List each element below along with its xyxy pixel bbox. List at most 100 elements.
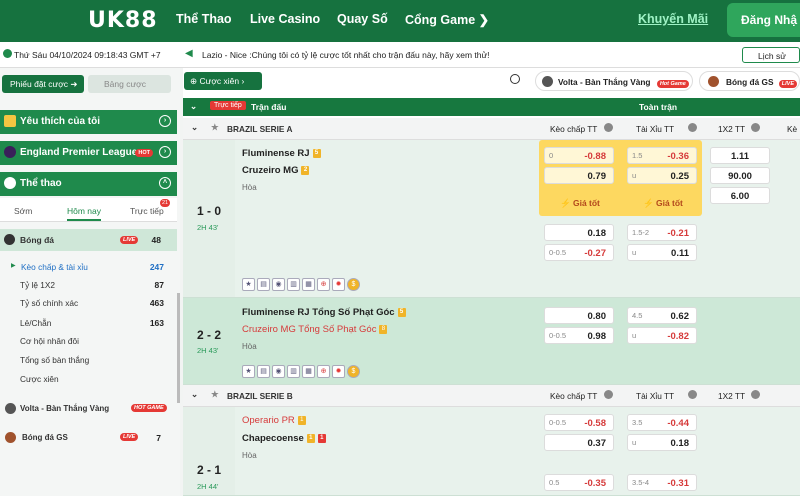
league-header-serie-a[interactable]: ⌄ ★ BRAZIL SERIE A Kèo chấp TT Tài Xỉu T… (183, 118, 800, 140)
bullet-icon: ▶ (11, 263, 16, 269)
odds-cell[interactable]: 3.5-4 -0.31 (627, 474, 697, 491)
sub-item-double-chance[interactable]: Cơ hội nhân đôi (20, 336, 79, 346)
odds-value: 0.79 (587, 170, 607, 182)
away-team-name: Chapecoense (242, 433, 304, 444)
search-icon[interactable] (510, 74, 520, 84)
coin-icon[interactable]: $ (347, 365, 360, 378)
odds-cell[interactable]: 0.18 (544, 224, 614, 241)
odds-line: 0-0.5 (549, 248, 567, 257)
handicap-column-header: Kèo chấp TT (550, 391, 598, 401)
odds-cell[interactable]: 0.37 (544, 434, 614, 451)
away-team[interactable]: Chapecoense 1 1 (242, 433, 326, 444)
datetime-text: Thứ Sáu 04/10/2024 09:18:43 GMT +7 (14, 50, 161, 60)
brand-logo[interactable]: UK88 (88, 8, 158, 33)
tab-live[interactable]: Trực tiếp (130, 206, 164, 216)
sidebar-scrollbar[interactable] (177, 293, 180, 403)
odds-cell[interactable]: 0-0.5 0.98 (544, 327, 614, 344)
odds-cell[interactable]: 0-0.5 -0.27 (544, 244, 614, 261)
login-button[interactable]: Đăng Nhậ (727, 3, 800, 37)
sidebar-sports[interactable]: Thể thao ˄ (0, 172, 177, 196)
odds-cell-1x2[interactable]: 6.00 (710, 187, 770, 204)
eye-icon[interactable]: ◉ (272, 365, 285, 378)
sidebar-epl[interactable]: England Premier League HOT › (0, 141, 177, 165)
match-row: 2 - 2 2H 43' Fluminense RJ Tổng Số Phạt … (183, 298, 800, 385)
history-button[interactable]: Lịch sử (742, 47, 800, 63)
sub-item-odd-even[interactable]: Lẻ/Chẵn (20, 318, 51, 328)
sub-item-correct-score[interactable]: Tỷ số chính xác (20, 298, 78, 308)
sub-item-total-goals[interactable]: Tổng số bàn thắng (20, 355, 89, 365)
star-icon[interactable]: ★ (211, 389, 218, 399)
home-team[interactable]: Operario PR 1 (242, 415, 306, 426)
gs-shortcut[interactable]: Bóng đá GS LIVE (699, 71, 800, 91)
chevron-up-icon: ˄ (159, 177, 171, 189)
gs-icon (708, 76, 719, 87)
odds-value: 0.80 (587, 310, 607, 322)
hot-badge: HOT (135, 149, 153, 157)
odds-cell[interactable]: 0 -0.88 (544, 147, 614, 164)
chart-icon[interactable]: ▥ (287, 278, 300, 291)
away-team[interactable]: Cruzeiro MG 2 (242, 165, 310, 176)
hot-game-badge: HOT GAME (131, 404, 167, 412)
odds-cell-1x2[interactable]: 1.11 (710, 147, 770, 164)
chart-icon[interactable]: ▥ (287, 365, 300, 378)
odds-cell[interactable]: u -0.82 (627, 327, 697, 344)
odds-value: -0.27 (584, 247, 606, 259)
stats-icon[interactable]: ▤ (257, 365, 270, 378)
odds-cell[interactable]: u 0.11 (627, 244, 697, 261)
nav-games[interactable]: Cổng Game ❯ (405, 12, 489, 27)
volta-shortcut[interactable]: Volta - Bàn Thắng Vàng Hot Game (535, 71, 693, 91)
soccer-ball-icon (4, 234, 15, 245)
collapse-icon[interactable]: ⌄ (190, 101, 197, 112)
tab-today[interactable]: Hôm nay (67, 206, 102, 221)
sidebar-football[interactable]: Bóng đá LIVE 48 (0, 229, 177, 251)
odds-cell[interactable]: 1.5-2 -0.21 (627, 224, 697, 241)
plus-icon[interactable]: ⊕ (317, 278, 330, 291)
odds-cell[interactable]: 0-0.5 -0.58 (544, 414, 614, 431)
eye-icon[interactable]: ◉ (272, 278, 285, 291)
star-icon[interactable]: ★ (242, 365, 255, 378)
odds-cell-1x2[interactable]: 90.00 (710, 167, 770, 184)
nav-sports[interactable]: Thể Thao (176, 12, 232, 26)
odds-cell[interactable]: 4.5 0.62 (627, 307, 697, 324)
away-team[interactable]: Cruzeiro MG Tổng Số Phạt Góc 8 (242, 324, 388, 335)
odds-cell[interactable]: 0.79 (544, 167, 614, 184)
home-team[interactable]: Fluminense RJ Tổng Số Phạt Góc 5 (242, 307, 406, 318)
odds-cell[interactable]: u 0.18 (627, 434, 697, 451)
odds-cell[interactable]: 1.5 -0.36 (627, 147, 697, 164)
match-tools: ★ ▤ ◉ ▥ ▦ ⊕ ✹ $ (242, 278, 362, 291)
home-team[interactable]: Fluminense RJ 5 (242, 148, 321, 159)
parlay-label: Cược xiên (199, 76, 240, 86)
bookmark-icon (4, 115, 16, 127)
promo-link[interactable]: Khuyến Mãi (638, 12, 708, 26)
plus-icon[interactable]: ⊕ (317, 365, 330, 378)
sub-item-parlay[interactable]: Cược xiên (20, 374, 59, 384)
tab-bet-board[interactable]: Bảng cược (88, 75, 171, 93)
star-icon[interactable]: ★ (211, 122, 218, 132)
nav-live-casino[interactable]: Live Casino (250, 12, 320, 26)
match-score-cell (183, 140, 235, 297)
nav-lottery[interactable]: Quay Số (337, 12, 388, 26)
odds-cell[interactable]: 3.5 -0.44 (627, 414, 697, 431)
gs-icon (5, 432, 16, 443)
sidebar-gs[interactable]: Bóng đá GS LIVE 7 (0, 428, 177, 448)
stats-icon[interactable]: ▤ (257, 278, 270, 291)
star-icon[interactable]: ★ (242, 278, 255, 291)
sub-item-1x2[interactable]: Tỷ lệ 1X2 (20, 280, 55, 290)
odds-cell[interactable]: 0.5 -0.35 (544, 474, 614, 491)
fire-icon[interactable]: ✹ (332, 365, 345, 378)
odds-cell[interactable]: u 0.25 (627, 167, 697, 184)
scoreboard-icon[interactable]: ▦ (302, 278, 315, 291)
odds-cell[interactable]: 0.80 (544, 307, 614, 324)
scoreboard-icon[interactable]: ▦ (302, 365, 315, 378)
parlay-button[interactable]: ⊕ Cược xiên › (184, 72, 262, 90)
sidebar-favorites[interactable]: Yêu thích của tôi › (0, 110, 177, 134)
fire-icon[interactable]: ✹ (332, 278, 345, 291)
live-tag[interactable]: Trực tiếp (210, 101, 246, 110)
sidebar-volta[interactable]: Volta - Bàn Thắng Vàng HOT GAME (0, 399, 177, 419)
tab-early[interactable]: Sớm (14, 206, 32, 216)
league-header-serie-b[interactable]: ⌄ ★ BRAZIL SERIE B Kèo chấp TT Tài Xỉu T… (183, 385, 800, 407)
tab-bet-slip[interactable]: Phiếu đặt cược ➜ (2, 75, 84, 93)
live-badge: LIVE (778, 80, 798, 88)
coin-icon[interactable]: $ (347, 278, 360, 291)
odds-line: 1.5 (632, 151, 643, 160)
